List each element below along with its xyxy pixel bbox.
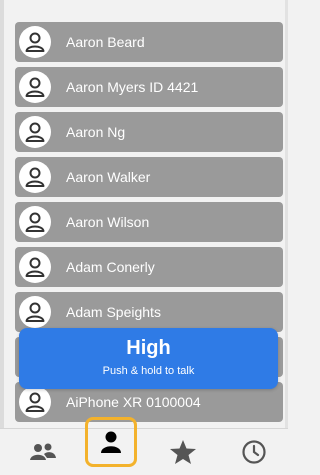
contact-name: Aaron Walker [66,169,151,185]
tab-contacts[interactable] [85,417,137,467]
contact-row[interactable]: Adam Conerly [15,247,283,287]
window-left-edge [0,0,4,474]
contact-row[interactable]: Aaron Ng [15,112,283,152]
contact-name: Aaron Beard [66,34,145,50]
avatar-icon [19,116,51,148]
avatar-icon [19,251,51,283]
contact-name: AiPhone XR 0100004 [66,394,201,410]
tab-history[interactable] [229,429,279,475]
group-icon [30,443,56,460]
contact-name: Aaron Wilson [66,214,150,230]
star-icon [170,440,196,464]
ptt-title: High [126,337,171,359]
avatar-icon [19,386,51,418]
avatar-icon [19,161,51,193]
avatar-icon [19,206,51,238]
avatar-icon [19,71,51,103]
tab-groups[interactable] [18,429,68,475]
clock-icon [242,440,266,464]
contact-row[interactable]: Adam Speights [15,292,283,332]
contact-name: Adam Conerly [66,259,155,275]
contact-row[interactable]: Aaron Walker [15,157,283,197]
ptt-subtitle: Push & hold to talk [102,365,195,377]
contact-name: Aaron Ng [66,124,126,140]
tab-bar [0,417,288,475]
tab-favorites[interactable] [158,429,208,475]
push-to-talk-button[interactable]: High Push & hold to talk [19,328,278,389]
contact-name: Adam Speights [66,304,161,320]
contact-row[interactable]: Aaron Wilson [15,202,283,242]
avatar-icon [19,296,51,328]
contact-row[interactable]: Aaron Beard [15,22,283,62]
window-right-edge [285,0,288,474]
contact-name: Aaron Myers ID 4421 [66,79,199,95]
avatar-icon [19,26,51,58]
contact-row[interactable]: Aaron Myers ID 4421 [15,67,283,107]
contact-icon [101,431,121,453]
